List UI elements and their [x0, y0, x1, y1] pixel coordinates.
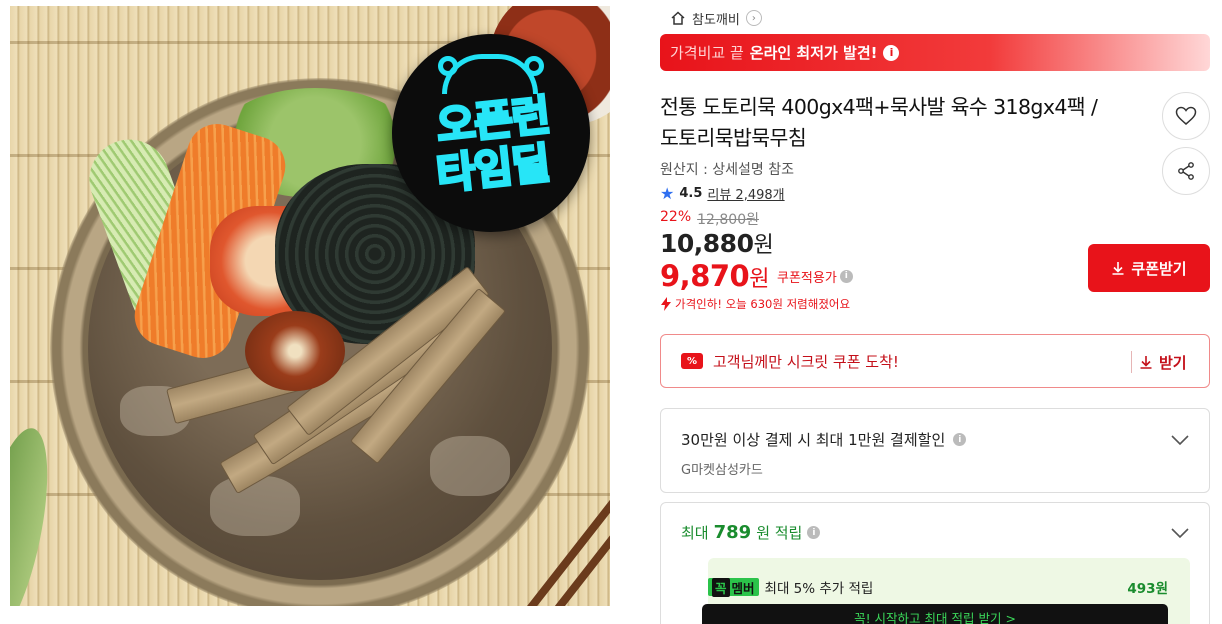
- sale-price-value: 10,880: [660, 229, 754, 258]
- chevron-right-icon: ›: [745, 10, 762, 26]
- product-title-line2: 도토리묵밥묵무침: [660, 126, 807, 150]
- info-icon[interactable]: i: [883, 44, 900, 61]
- share-button[interactable]: [1162, 147, 1210, 195]
- banner-prefix: 가격비교 끝: [670, 44, 744, 62]
- coupon-button-label: 쿠폰받기: [1131, 259, 1187, 278]
- coupon-price-row: 9,870원 쿠폰적용가 i: [660, 259, 853, 293]
- coupon-price-value: 9,870: [660, 259, 750, 293]
- home-icon: [671, 11, 685, 25]
- wishlist-button[interactable]: [1162, 92, 1210, 140]
- product-title-line1: 전통 도토리묵 400gx4팩+묵사발 육수 318gx4팩 /: [660, 95, 1098, 119]
- coupon-download-button[interactable]: 쿠폰받기: [1088, 244, 1210, 292]
- coupon-price: 9,870원: [660, 259, 769, 293]
- discount-row: 22% 12,800원: [660, 209, 759, 229]
- member-benefit-box: 꼭 멤버 최대 5% 추가 적립 493원 꼭! 시작하고 최대 적립 받기 >: [702, 558, 1190, 624]
- discount-rate: 22%: [660, 209, 692, 225]
- info-icon[interactable]: i: [953, 433, 967, 446]
- price-compare-banner[interactable]: 가격비교 끝 온라인 최저가 발견! i: [660, 34, 1210, 71]
- member-signup-button[interactable]: 꼭! 시작하고 최대 적립 받기 >: [702, 604, 1168, 624]
- sale-price: 10,880원: [660, 227, 774, 259]
- member-badge: 꼭 멤버: [708, 577, 759, 597]
- seller-link[interactable]: 참도깨비 ›: [670, 8, 762, 28]
- product-info-panel: 참도깨비 › 가격비교 끝 온라인 최저가 발견! i 전통 도토리묵 400g…: [660, 0, 1212, 624]
- member-benefit-amount: 493원: [1127, 581, 1168, 597]
- card-discount-box[interactable]: 30만원 이상 결제 시 최대 1만원 결제할인 i G마켓삼성카드: [660, 408, 1210, 493]
- card-discount-title: 30만원 이상 결제 시 최대 1만원 결제할인 i: [681, 429, 967, 450]
- coupon-applied-label: 쿠폰적용가 i: [777, 267, 853, 286]
- coupon-tag-icon: %: [681, 353, 703, 369]
- member-benefit-text: 최대 5% 추가 적립: [764, 581, 874, 597]
- card-discount-subtitle: G마켓삼성카드: [681, 463, 763, 478]
- heart-icon: [1175, 106, 1197, 125]
- info-icon[interactable]: i: [807, 526, 821, 539]
- rating-value: 4.5: [679, 186, 703, 201]
- sale-price-unit: 원: [753, 233, 774, 258]
- rating-row: ★ 4.5 리뷰 2,498개: [660, 184, 785, 203]
- points-amount: 789: [713, 522, 752, 543]
- divider: [1131, 351, 1132, 373]
- secret-coupon-text: 고객님께만 시크릿 쿠폰 도착!: [713, 352, 899, 371]
- list-price: 12,800원: [697, 212, 759, 228]
- seller-name: 참도깨비: [692, 12, 740, 28]
- price-drop-note: 가격인하! 오늘 630원 저렴해졌어요: [660, 296, 850, 312]
- sauce: [245, 311, 345, 391]
- chevron-down-icon[interactable]: [1170, 527, 1190, 539]
- star-icon: ★: [660, 184, 675, 203]
- secret-coupon-box[interactable]: % 고객님께만 시크릿 쿠폰 도착! 받기: [660, 334, 1210, 388]
- product-title: 전통 도토리묵 400gx4팩+묵사발 육수 318gx4팩 / 도토리묵밥묵무…: [660, 92, 1150, 154]
- share-icon: [1178, 162, 1194, 180]
- origin-info: 원산지 : 상세설명 참조: [660, 162, 794, 178]
- coupon-price-unit: 원: [749, 267, 769, 292]
- review-link[interactable]: 리뷰 2,498개: [707, 184, 784, 203]
- price-drop-icon: [661, 297, 671, 311]
- download-icon: [1140, 356, 1152, 369]
- info-icon[interactable]: i: [839, 269, 853, 283]
- secret-coupon-get-button[interactable]: 받기: [1139, 335, 1187, 389]
- chevron-down-icon[interactable]: [1170, 434, 1190, 446]
- banner-highlight: 온라인 최저가 발견!: [749, 44, 878, 62]
- download-icon: [1112, 262, 1124, 275]
- product-image[interactable]: 오픈런 타임딜: [10, 6, 610, 606]
- points-title: 최대 789 원 적립 i: [681, 522, 821, 543]
